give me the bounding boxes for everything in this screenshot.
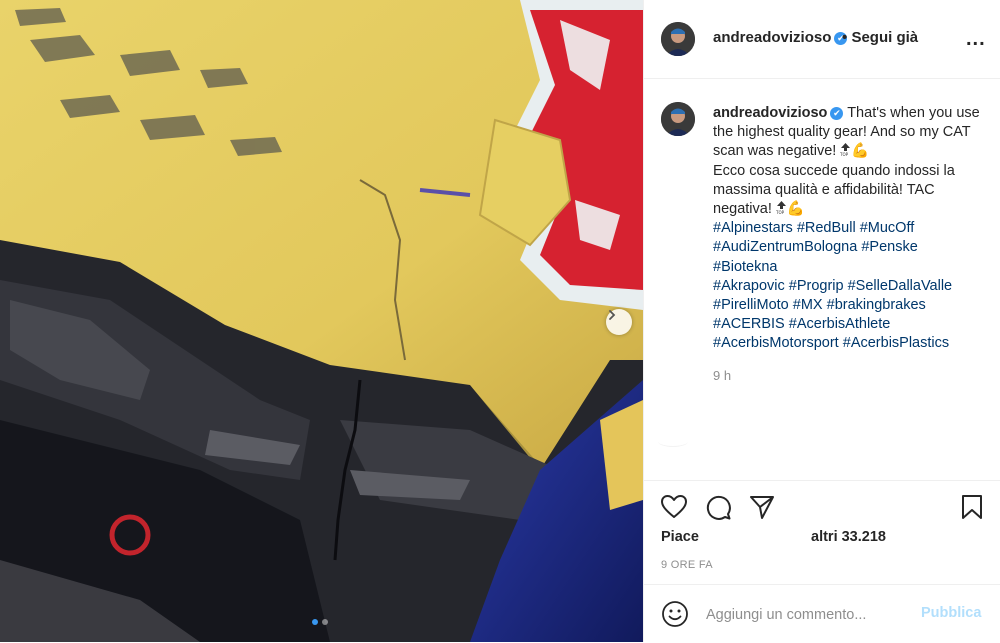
hashtag-line: #Alpinestars #RedBull #MucOff [713,219,993,238]
hashtag-link[interactable]: #Biotekna [713,259,778,275]
hashtag-link[interactable]: #Akrapovic [713,278,785,294]
chevron-right-icon [609,310,616,320]
avatar[interactable] [661,22,695,56]
follow-label: Segui già [851,29,919,46]
post-caption: andreadovizioso ✔ That's when you use the… [713,104,993,354]
hashtag-link[interactable]: #AcerbisPlastics [843,335,949,351]
comment-input[interactable] [704,599,908,631]
hashtag-link[interactable]: #SelleDallaValle [848,278,953,294]
avatar[interactable] [661,102,695,136]
add-comment-bar: Pubblica [644,584,1000,643]
instagram-post: andreadovizioso ✔ • Segui già ... andread… [0,0,1000,642]
save-icon[interactable] [958,493,986,521]
hashtag-link[interactable]: #Penske [861,239,917,255]
comments-area: andreadovizioso ✔ That's when you use the… [644,79,1000,480]
post-sidebar: andreadovizioso ✔ • Segui già ... andread… [643,0,1000,642]
publish-button[interactable]: Pubblica [921,605,981,621]
caption-time[interactable]: 9 h [713,368,731,383]
username-text: andreadovizioso [713,29,832,46]
post-header: andreadovizioso ✔ • Segui già ... [644,0,1000,79]
loading-spinner [658,436,688,447]
hashtag-link[interactable]: #MX [793,297,823,313]
hashtag-link[interactable]: #RedBull [797,220,856,236]
hashtag-line: #PirelliMoto #MX #brakingbrakes [713,296,993,315]
caption-username[interactable]: andreadovizioso [713,105,827,121]
action-bar: Piace altri 33.218 9 ORE FA [644,480,1000,571]
helmet-photo [0,0,643,642]
share-icon[interactable] [748,493,776,521]
hashtag-line: #AcerbisMotorsport #AcerbisPlastics [713,334,993,353]
svg-text:TOP: TOP [840,152,849,156]
username-link[interactable]: andreadovizioso ✔ [713,29,848,46]
top-arrow-icon: TOP [840,143,851,156]
hashtag-link[interactable]: #ACERBIS [713,316,785,332]
more-options-icon[interactable]: ... [966,28,986,51]
post-date[interactable]: 9 ORE FA [661,559,713,571]
likes-count-link[interactable]: altri 33.218 [811,529,886,545]
hashtag-link[interactable]: #Alpinestars [713,220,793,236]
hashtag-link[interactable]: #MucOff [860,220,915,236]
comment-icon[interactable] [704,493,732,521]
hashtag-link[interactable]: #PirelliMoto [713,297,789,313]
smiley-icon[interactable] [661,600,689,628]
hashtag-link[interactable]: #AcerbisAthlete [789,316,891,332]
heart-icon[interactable] [660,493,688,521]
likes-prefix: Piace [661,529,699,545]
likes-summary: Piace altri 33.218 [661,529,991,551]
muscle-emoji: 💪 [786,201,805,218]
hashtag-link[interactable]: #brakingbrakes [827,297,926,313]
verified-badge-icon: ✔ [830,107,844,120]
carousel-indicator [312,619,328,625]
hashtag-link[interactable]: #Progrip [789,278,844,294]
carousel-dot [312,619,318,625]
hashtag-line: #Biotekna [713,258,993,277]
caption-text-it: Ecco cosa succede quando indossi la mass… [713,162,955,218]
hashtag-line: #ACERBIS #AcerbisAthlete [713,315,993,334]
follow-status[interactable]: • Segui già [842,29,918,46]
top-arrow-icon: TOP [776,201,786,214]
hashtag-link[interactable]: #AcerbisMotorsport [713,335,839,351]
hashtag-link[interactable]: #AudiZentrumBologna [713,239,857,255]
next-media-button[interactable] [606,309,632,335]
carousel-dot [322,619,328,625]
separator-dot: • [842,29,848,46]
svg-text:TOP: TOP [776,210,785,214]
hashtag-line: #Akrapovic #Progrip #SelleDallaValle [713,277,993,296]
muscle-emoji: 💪 [851,143,870,160]
post-media[interactable] [0,0,643,642]
hashtag-line: #AudiZentrumBologna #Penske [713,238,993,257]
